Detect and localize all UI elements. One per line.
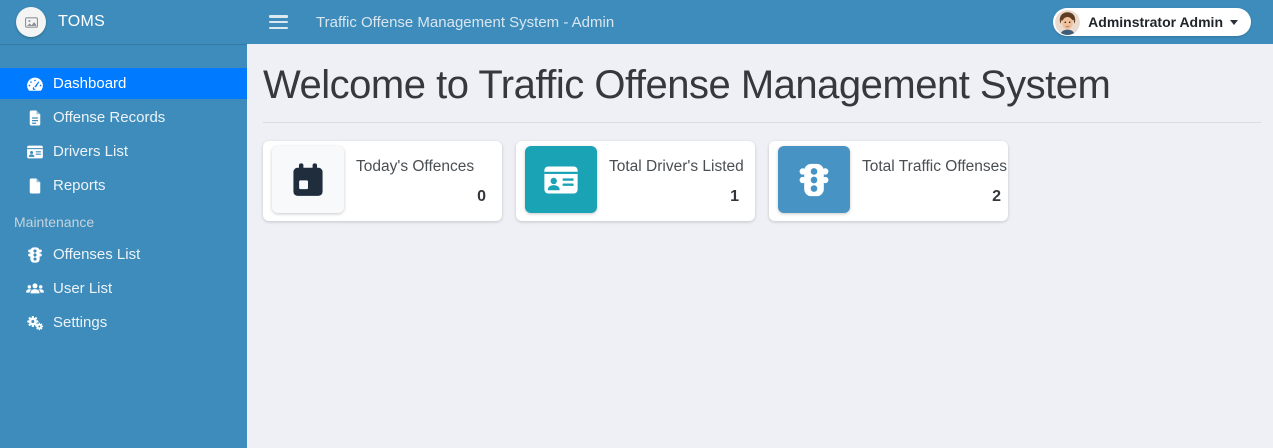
card-title: Total Driver's Listed: [609, 158, 744, 175]
app-window: TOMS Dashboard Offense Records Drivers L…: [0, 0, 1273, 448]
card-title: Today's Offences: [356, 158, 475, 175]
summary-cards: Today's Offences 0 Total Driver's Listed…: [263, 141, 1261, 221]
sidebar-item-settings[interactable]: Settings: [0, 307, 247, 338]
sidebar-item-drivers-list[interactable]: Drivers List: [0, 136, 247, 167]
file-icon: [25, 176, 44, 195]
card-title: Total Traffic Offenses: [862, 158, 1008, 175]
tachometer-icon: [25, 74, 44, 93]
user-menu-button[interactable]: Adminstrator Admin: [1053, 8, 1251, 36]
user-name: Adminstrator Admin: [1088, 14, 1223, 30]
sidebar-item-dashboard[interactable]: Dashboard: [0, 68, 247, 99]
sidebar-item-offense-records[interactable]: Offense Records: [0, 102, 247, 133]
brand-name: TOMS: [58, 13, 106, 30]
sidebar-item-label: Reports: [53, 177, 106, 194]
page-title: Welcome to Traffic Offense Management Sy…: [263, 63, 1111, 107]
card-icon-tile: [778, 146, 850, 213]
topbar-title: Traffic Offense Management System - Admi…: [316, 13, 615, 31]
card-value: 2: [992, 188, 1002, 205]
card-todays-offences: Today's Offences 0: [263, 141, 502, 221]
card-body: Today's Offences 0: [344, 141, 502, 221]
user-avatar: [1055, 9, 1081, 35]
card-value: 1: [730, 188, 739, 205]
traffic-light-icon: [799, 163, 829, 196]
sidebar-item-label: Offenses List: [53, 246, 141, 263]
sidebar: TOMS Dashboard Offense Records Drivers L…: [0, 0, 247, 448]
divider: [263, 122, 1261, 123]
brand-link[interactable]: TOMS: [0, 0, 247, 45]
cogs-icon: [25, 313, 44, 332]
sidebar-nav: Dashboard Offense Records Drivers List R…: [0, 45, 247, 341]
card-body: Total Traffic Offenses 2: [850, 141, 1017, 221]
card-total-traffic-offenses: Total Traffic Offenses 2: [769, 141, 1008, 221]
sidebar-item-label: Dashboard: [53, 75, 127, 92]
sidebar-item-offenses-list[interactable]: Offenses List: [0, 239, 247, 270]
topbar: Traffic Offense Management System - Admi…: [247, 0, 1273, 44]
brand-logo-broken-image-icon: [16, 7, 46, 37]
traffic-light-icon: [25, 245, 44, 264]
main-area: Traffic Offense Management System - Admi…: [247, 0, 1273, 448]
sidebar-item-label: Offense Records: [53, 109, 166, 126]
hamburger-icon[interactable]: [269, 15, 288, 29]
sidebar-item-label: Settings: [53, 314, 108, 331]
file-alt-icon: [25, 108, 44, 127]
id-card-icon: [25, 142, 44, 161]
sidebar-item-reports[interactable]: Reports: [0, 170, 247, 201]
card-value: 0: [477, 188, 486, 205]
users-icon: [25, 279, 44, 298]
sidebar-item-label: User List: [53, 280, 113, 297]
content: Welcome to Traffic Offense Management Sy…: [247, 44, 1273, 221]
sidebar-section-header-maintenance: Maintenance: [14, 214, 95, 230]
card-icon-tile: [272, 146, 344, 213]
calendar-icon: [293, 162, 323, 196]
id-card-icon: [544, 166, 578, 193]
sidebar-item-user-list[interactable]: User List: [0, 273, 247, 304]
card-body: Total Driver's Listed 1: [597, 141, 755, 221]
sidebar-item-label: Drivers List: [53, 143, 129, 160]
caret-down-icon: [1230, 19, 1238, 25]
card-icon-tile: [525, 146, 597, 213]
card-total-drivers-listed: Total Driver's Listed 1: [516, 141, 755, 221]
